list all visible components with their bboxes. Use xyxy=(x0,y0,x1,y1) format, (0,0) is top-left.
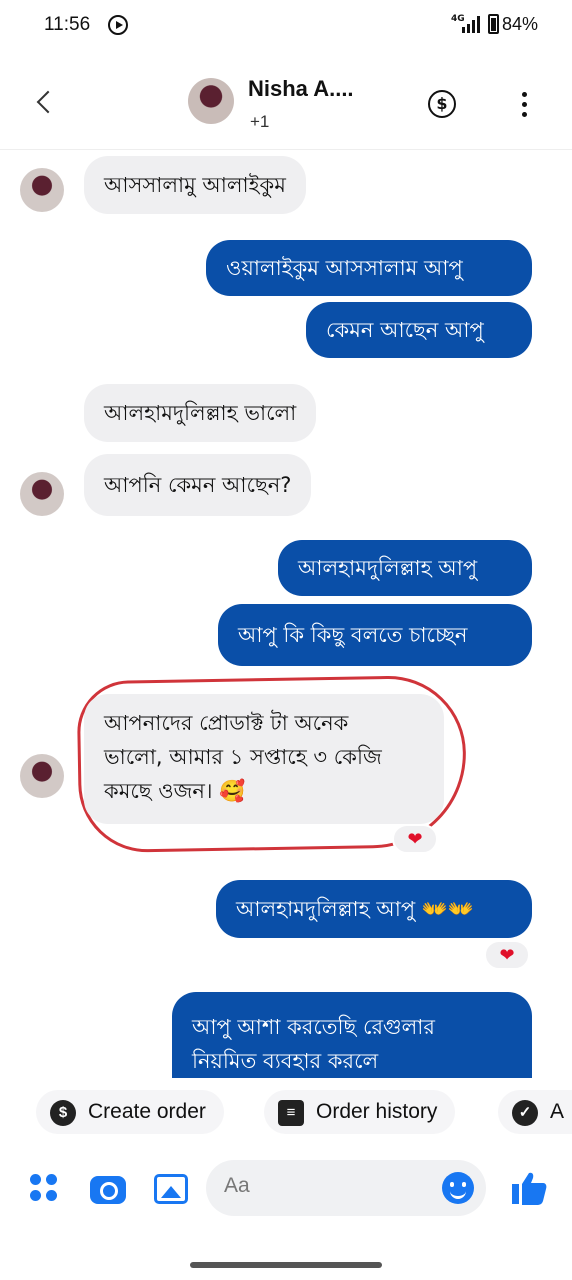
check-icon: ✓ xyxy=(512,1100,538,1126)
message-list[interactable]: আসসালামু আলাইকুম ওয়ালাইকুম আসসালাম আপু … xyxy=(0,150,572,1078)
message-text: কেমন আছেন আপু xyxy=(326,318,484,342)
apps-icon[interactable] xyxy=(28,1170,64,1206)
message-text: আপনি কেমন আছেন? xyxy=(104,473,292,497)
status-bar: 11:56 4G 84% xyxy=(0,0,572,52)
order-history-button[interactable]: ≡ Order history xyxy=(264,1090,456,1134)
signal-icon xyxy=(462,16,484,33)
chip-label: Create order xyxy=(88,1100,206,1123)
message-placeholder: Aa xyxy=(224,1174,250,1197)
message-text: আসসালামু আলাইকুম xyxy=(104,173,286,197)
message-composer: Aa xyxy=(0,1150,572,1230)
message-text: আপু কি কিছু বলতে চাচ্ছেন xyxy=(238,623,468,647)
sender-avatar[interactable] xyxy=(20,754,64,798)
do-not-disturb-icon xyxy=(108,15,128,35)
camera-icon[interactable] xyxy=(90,1176,126,1204)
message-incoming[interactable]: আপনাদের প্রোডাক্ট টা অনেক ভালো, আমার ১ স… xyxy=(84,694,444,824)
contact-subtitle: +1 xyxy=(250,112,270,131)
status-time: 11:56 xyxy=(44,14,91,35)
message-outgoing[interactable]: ওয়ালাইকুম আসসালাম আপু xyxy=(206,240,532,296)
heart-reaction-icon[interactable]: ❤ xyxy=(484,940,530,970)
message-text: আলহামদুলিল্লাহ ভালো xyxy=(104,401,297,425)
message-outgoing[interactable]: আলহামদুলিল্লাহ আপু 👐👐 xyxy=(216,880,532,938)
message-incoming[interactable]: আপনি কেমন আছেন? xyxy=(84,454,312,516)
chip-label: A xyxy=(550,1100,565,1123)
chip-label: Order history xyxy=(316,1100,438,1123)
message-outgoing[interactable]: আলহামদুলিল্লাহ আপু xyxy=(278,540,532,596)
third-action-button[interactable]: ✓ A xyxy=(498,1090,572,1134)
heart-reaction-icon[interactable]: ❤ xyxy=(392,824,438,854)
back-arrow-icon[interactable] xyxy=(30,86,60,122)
battery-icon xyxy=(488,14,499,34)
message-text-line: নিয়মিত ব্যবহার করলে xyxy=(192,1049,379,1073)
thumbs-up-icon[interactable] xyxy=(510,1170,548,1206)
message-text: ওয়ালাইকুম আসসালাম আপু xyxy=(226,256,463,280)
message-outgoing[interactable]: কেমন আছেন আপু xyxy=(306,302,532,358)
message-text: আলহামদুলিল্লাহ আপু 👐👐 xyxy=(236,897,475,921)
message-outgoing[interactable]: আপু কি কিছু বলতে চাচ্ছেন xyxy=(218,604,532,666)
message-incoming[interactable]: আসসালামু আলাইকুম xyxy=(84,156,306,214)
contact-avatar[interactable] xyxy=(188,78,234,124)
dollar-icon[interactable]: $ xyxy=(428,90,456,118)
contact-name[interactable]: Nisha A.... xyxy=(248,76,354,102)
message-text-line: ভালো, আমার ১ সপ্তাহে ৩ কেজি xyxy=(104,745,382,769)
gesture-bar[interactable] xyxy=(190,1262,382,1268)
create-order-button[interactable]: $ Create order xyxy=(36,1090,224,1134)
chat-header: Nisha A.... +1 $ xyxy=(0,60,572,150)
quick-actions-bar: $ Create order ≡ Order history ✓ A xyxy=(0,1082,572,1142)
sender-avatar[interactable] xyxy=(20,168,64,212)
message-outgoing[interactable]: আপু আশা করতেছি রেগুলার নিয়মিত ব্যবহার ক… xyxy=(172,992,532,1078)
message-text-line: কমছে ওজন। 🥰 xyxy=(104,779,246,803)
list-icon: ≡ xyxy=(278,1100,304,1126)
message-text: আলহামদুলিল্লাহ আপু xyxy=(298,556,478,580)
gallery-icon[interactable] xyxy=(154,1174,188,1204)
more-vertical-icon[interactable] xyxy=(514,90,534,120)
battery-percent: 84% xyxy=(502,14,539,34)
dollar-icon: $ xyxy=(50,1100,76,1126)
message-input[interactable]: Aa xyxy=(206,1160,486,1216)
emoji-icon[interactable] xyxy=(442,1172,474,1204)
message-text-line: আপু আশা করতেছি রেগুলার xyxy=(192,1015,435,1039)
message-text-line: আপনাদের প্রোডাক্ট টা অনেক xyxy=(104,711,349,735)
message-incoming[interactable]: আলহামদুলিল্লাহ ভালো xyxy=(84,384,317,442)
sender-avatar[interactable] xyxy=(20,472,64,516)
